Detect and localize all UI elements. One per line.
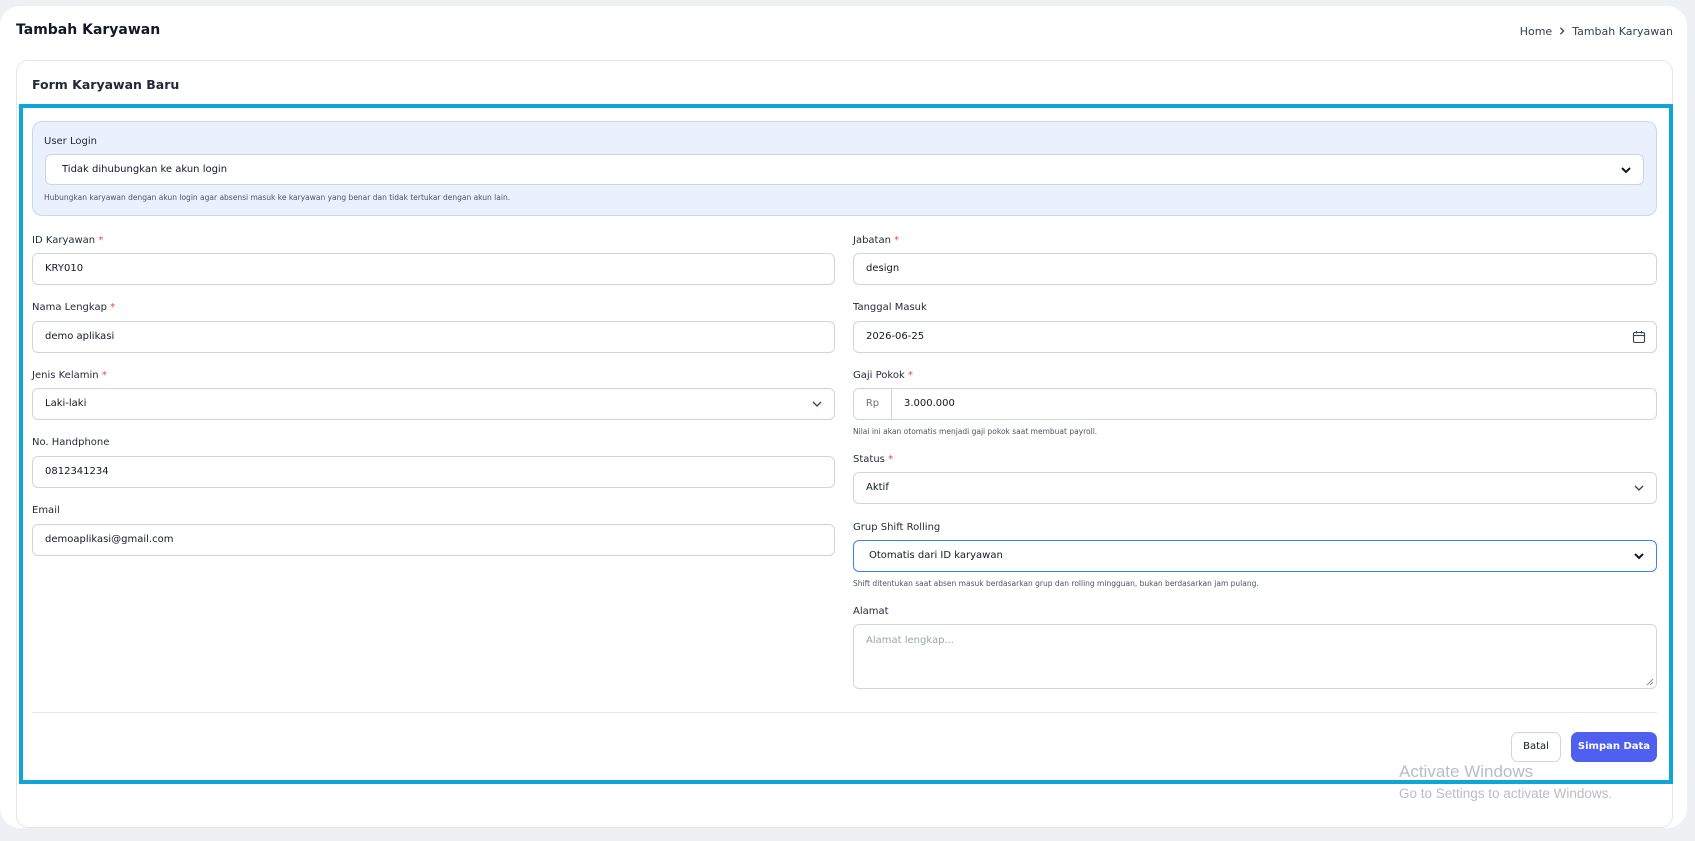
alamat-placeholder: Alamat lengkap... bbox=[866, 635, 954, 646]
breadcrumb: Home Tambah Karyawan bbox=[1520, 24, 1673, 38]
user-login-select[interactable]: Tidak dihubungkan ke akun login bbox=[45, 154, 1644, 185]
chevron-down-icon bbox=[1621, 167, 1631, 174]
chevron-down-icon bbox=[812, 401, 822, 407]
alamat-textarea[interactable]: Alamat lengkap... bbox=[853, 624, 1657, 689]
id-karyawan-label: ID Karyawan * bbox=[32, 235, 104, 246]
status-label: Status * bbox=[853, 454, 894, 465]
footer-divider bbox=[32, 712, 1657, 713]
activate-windows-subtitle: Go to Settings to activate Windows. bbox=[1399, 786, 1613, 801]
gaji-pokok-input[interactable]: Rp 3.000.000 bbox=[853, 388, 1657, 420]
jabatan-input[interactable]: design bbox=[853, 253, 1657, 285]
user-login-help: Hubungkan karyawan dengan akun login aga… bbox=[44, 193, 511, 202]
id-karyawan-input[interactable]: KRY010 bbox=[32, 253, 835, 285]
calendar-icon[interactable] bbox=[1632, 330, 1646, 344]
grup-shift-label: Grup Shift Rolling bbox=[853, 522, 941, 533]
nama-lengkap-input[interactable]: demo aplikasi bbox=[32, 321, 835, 353]
jenis-kelamin-label: Jenis Kelamin * bbox=[32, 370, 107, 381]
tanggal-masuk-label: Tanggal Masuk bbox=[853, 302, 927, 313]
breadcrumb-home[interactable]: Home bbox=[1520, 25, 1552, 38]
no-handphone-label: No. Handphone bbox=[32, 437, 110, 448]
jabatan-label: Jabatan * bbox=[853, 235, 900, 246]
save-button[interactable]: Simpan Data bbox=[1571, 732, 1657, 762]
gaji-pokok-label: Gaji Pokok * bbox=[853, 370, 913, 381]
activate-windows-title: Activate Windows bbox=[1399, 762, 1534, 781]
no-handphone-input[interactable]: 0812341234 bbox=[32, 456, 835, 488]
user-login-section: User Login Tidak dihubungkan ke akun log… bbox=[32, 121, 1657, 216]
user-login-label: User Login bbox=[44, 136, 97, 147]
gaji-pokok-help: Nilai ini akan otomatis menjadi gaji pok… bbox=[853, 427, 1098, 436]
nama-lengkap-label: Nama Lengkap * bbox=[32, 302, 116, 313]
breadcrumb-current: Tambah Karyawan bbox=[1572, 24, 1673, 38]
status-select[interactable]: Aktif bbox=[853, 472, 1657, 504]
email-input[interactable]: demoaplikasi@gmail.com bbox=[32, 524, 835, 556]
chevron-right-icon bbox=[1558, 24, 1566, 38]
currency-prefix: Rp bbox=[854, 389, 892, 419]
email-label: Email bbox=[32, 505, 60, 516]
page-header: Tambah Karyawan Home Tambah Karyawan bbox=[0, 6, 1687, 56]
user-login-value: Tidak dihubungkan ke akun login bbox=[62, 164, 228, 175]
tanggal-masuk-input[interactable]: 2026-06-25 bbox=[853, 321, 1657, 353]
jenis-kelamin-select[interactable]: Laki-laki bbox=[32, 388, 835, 420]
resize-handle-icon[interactable] bbox=[1646, 678, 1654, 686]
form-title: Form Karyawan Baru bbox=[32, 77, 180, 92]
chevron-down-icon bbox=[1634, 485, 1644, 491]
grup-shift-help: Shift ditentukan saat absen masuk berdas… bbox=[853, 579, 1259, 588]
page-title: Tambah Karyawan bbox=[16, 22, 161, 38]
alamat-label: Alamat bbox=[853, 606, 889, 617]
grup-shift-select[interactable]: Otomatis dari ID karyawan bbox=[853, 540, 1657, 572]
chevron-down-icon bbox=[1634, 553, 1644, 560]
cancel-button[interactable]: Batal bbox=[1511, 732, 1561, 762]
